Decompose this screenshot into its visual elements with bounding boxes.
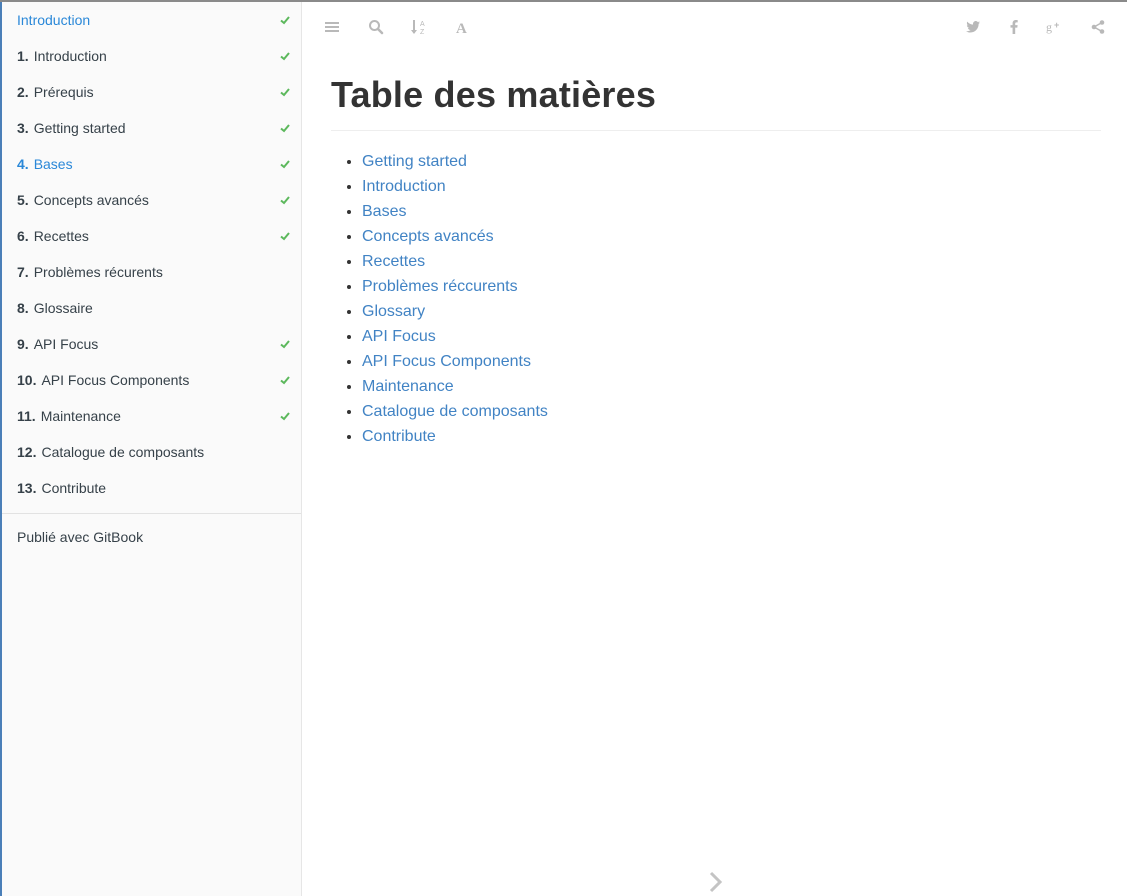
sidebar-item-13[interactable]: 13. Contribute (2, 470, 301, 506)
toc-link[interactable]: Contribute (362, 428, 436, 445)
published-with-gitbook-link[interactable]: Publié avec GitBook (2, 524, 301, 550)
sidebar-item-3[interactable]: 3. Getting started (2, 110, 301, 146)
sidebar-item-0[interactable]: Introduction (2, 2, 301, 38)
toc-item: Introduction (362, 174, 1101, 199)
sidebar-item-number: 13. (17, 480, 37, 496)
sidebar-item-label: Introduction (17, 12, 91, 28)
checkmark-icon (280, 160, 290, 169)
checkmark-icon (280, 124, 290, 133)
twitter-icon[interactable] (962, 16, 984, 38)
toc-link[interactable]: Glossary (362, 303, 425, 320)
sidebar-item-4[interactable]: 4. Bases (2, 146, 301, 182)
sidebar-item-label: API Focus Components (41, 372, 190, 388)
sidebar-item-11[interactable]: 11. Maintenance (2, 398, 301, 434)
sidebar-item-number: 9. (17, 336, 29, 352)
sidebar-item-label: Introduction (33, 48, 107, 64)
checkmark-icon (280, 232, 290, 241)
sidebar-item-8[interactable]: 8. Glossaire (2, 290, 301, 326)
sidebar-item-label: Problèmes récurents (33, 264, 163, 280)
sidebar-item-1[interactable]: 1. Introduction (2, 38, 301, 74)
checkmark-icon (280, 88, 290, 97)
toc-item: Bases (362, 199, 1101, 224)
sidebar-item-number: 12. (17, 444, 37, 460)
share-icon[interactable] (1087, 16, 1109, 38)
sidebar-item-label: Catalogue de composants (41, 444, 205, 460)
sidebar-item-label: Maintenance (40, 408, 121, 424)
toc-link[interactable]: Bases (362, 203, 406, 220)
sidebar-item-number: 3. (17, 120, 29, 136)
toc-item: Contribute (362, 424, 1101, 449)
toc-link[interactable]: Maintenance (362, 378, 454, 395)
sidebar-item-10[interactable]: 10. API Focus Components (2, 362, 301, 398)
sidebar-item-number: 8. (17, 300, 29, 316)
next-page-chevron-icon[interactable] (706, 870, 726, 896)
toc-link[interactable]: Recettes (362, 253, 425, 270)
checkmark-icon (280, 16, 290, 25)
toolbar: AZ A g + (303, 2, 1127, 52)
toc-link[interactable]: Introduction (362, 178, 446, 195)
toc-item: Catalogue de composants (362, 399, 1101, 424)
sidebar-item-label: Bases (33, 156, 73, 172)
sidebar-item-number: 1. (17, 48, 29, 64)
sidebar-item-number: 4. (17, 156, 29, 172)
toc-link[interactable]: Problèmes réccurents (362, 278, 518, 295)
sidebar-item-label: Glossaire (33, 300, 93, 316)
sidebar-divider (2, 513, 301, 514)
toc-item: API Focus (362, 324, 1101, 349)
sidebar-item-2[interactable]: 2. Prérequis (2, 74, 301, 110)
sidebar-item-number: 5. (17, 192, 29, 208)
sidebar-item-12[interactable]: 12. Catalogue de composants (2, 434, 301, 470)
main-area: AZ A g+ Table des matières Getting start… (303, 2, 1127, 896)
svg-text:A: A (456, 21, 467, 35)
checkmark-icon (280, 376, 290, 385)
google-plus-icon[interactable]: g + (1044, 16, 1066, 38)
checkmark-icon (280, 412, 290, 421)
font-icon[interactable]: A (451, 16, 473, 38)
toc-item: Recettes (362, 249, 1101, 274)
sidebar-item-number: 11. (17, 408, 36, 424)
svg-text:+: + (1054, 20, 1059, 30)
sidebar-item-9[interactable]: 9. API Focus (2, 326, 301, 362)
toc-link[interactable]: Catalogue de composants (362, 403, 548, 420)
toc-link[interactable]: Concepts avancés (362, 228, 494, 245)
sidebar-item-5[interactable]: 5. Concepts avancés (2, 182, 301, 218)
toc-item: Problèmes réccurents (362, 274, 1101, 299)
svg-text:Z: Z (420, 29, 425, 36)
toc-list: Getting started Introduction Bases Concepts… (331, 149, 1101, 449)
toc-item: API Focus Components (362, 349, 1101, 374)
checkmark-icon (280, 340, 290, 349)
page-content: Table des matières Getting started Introd… (303, 52, 1127, 449)
sidebar-item-number: 10. (17, 372, 37, 388)
toc-link[interactable]: API Focus Components (362, 353, 531, 370)
toc-item: Maintenance (362, 374, 1101, 399)
checkmark-icon (280, 52, 290, 61)
toc-item: Getting started (362, 149, 1101, 174)
facebook-icon[interactable] (1003, 16, 1025, 38)
sidebar-item-number: 2. (17, 84, 29, 100)
sort-alpha-icon[interactable]: AZ (408, 16, 430, 38)
search-icon[interactable] (365, 16, 387, 38)
toc-item: Concepts avancés (362, 224, 1101, 249)
checkmark-icon (280, 196, 290, 205)
toc-item: Glossary (362, 299, 1101, 324)
toc-link[interactable]: API Focus (362, 328, 436, 345)
sidebar-item-number: 6. (17, 228, 29, 244)
sidebar-item-label: API Focus (33, 336, 99, 352)
svg-text:A: A (420, 21, 425, 28)
sidebar-item-6[interactable]: 6. Recettes (2, 218, 301, 254)
toc-link[interactable]: Getting started (362, 153, 467, 170)
sidebar-item-label: Recettes (33, 228, 89, 244)
summary-list: Introduction 1. Introduction 2. Prérequis 3. G… (2, 2, 301, 506)
page-title: Table des matières (331, 74, 1101, 131)
menu-icon[interactable] (321, 16, 343, 38)
sidebar: Introduction 1. Introduction 2. Prérequis 3. G… (0, 2, 302, 896)
sidebar-item-label: Getting started (33, 120, 126, 136)
svg-text:g: g (1046, 20, 1052, 34)
sidebar-item-label: Prérequis (33, 84, 94, 100)
sidebar-item-label: Concepts avancés (33, 192, 149, 208)
sidebar-item-label: Contribute (41, 480, 107, 496)
sidebar-item-number: 7. (17, 264, 29, 280)
sidebar-item-7[interactable]: 7. Problèmes récurents (2, 254, 301, 290)
